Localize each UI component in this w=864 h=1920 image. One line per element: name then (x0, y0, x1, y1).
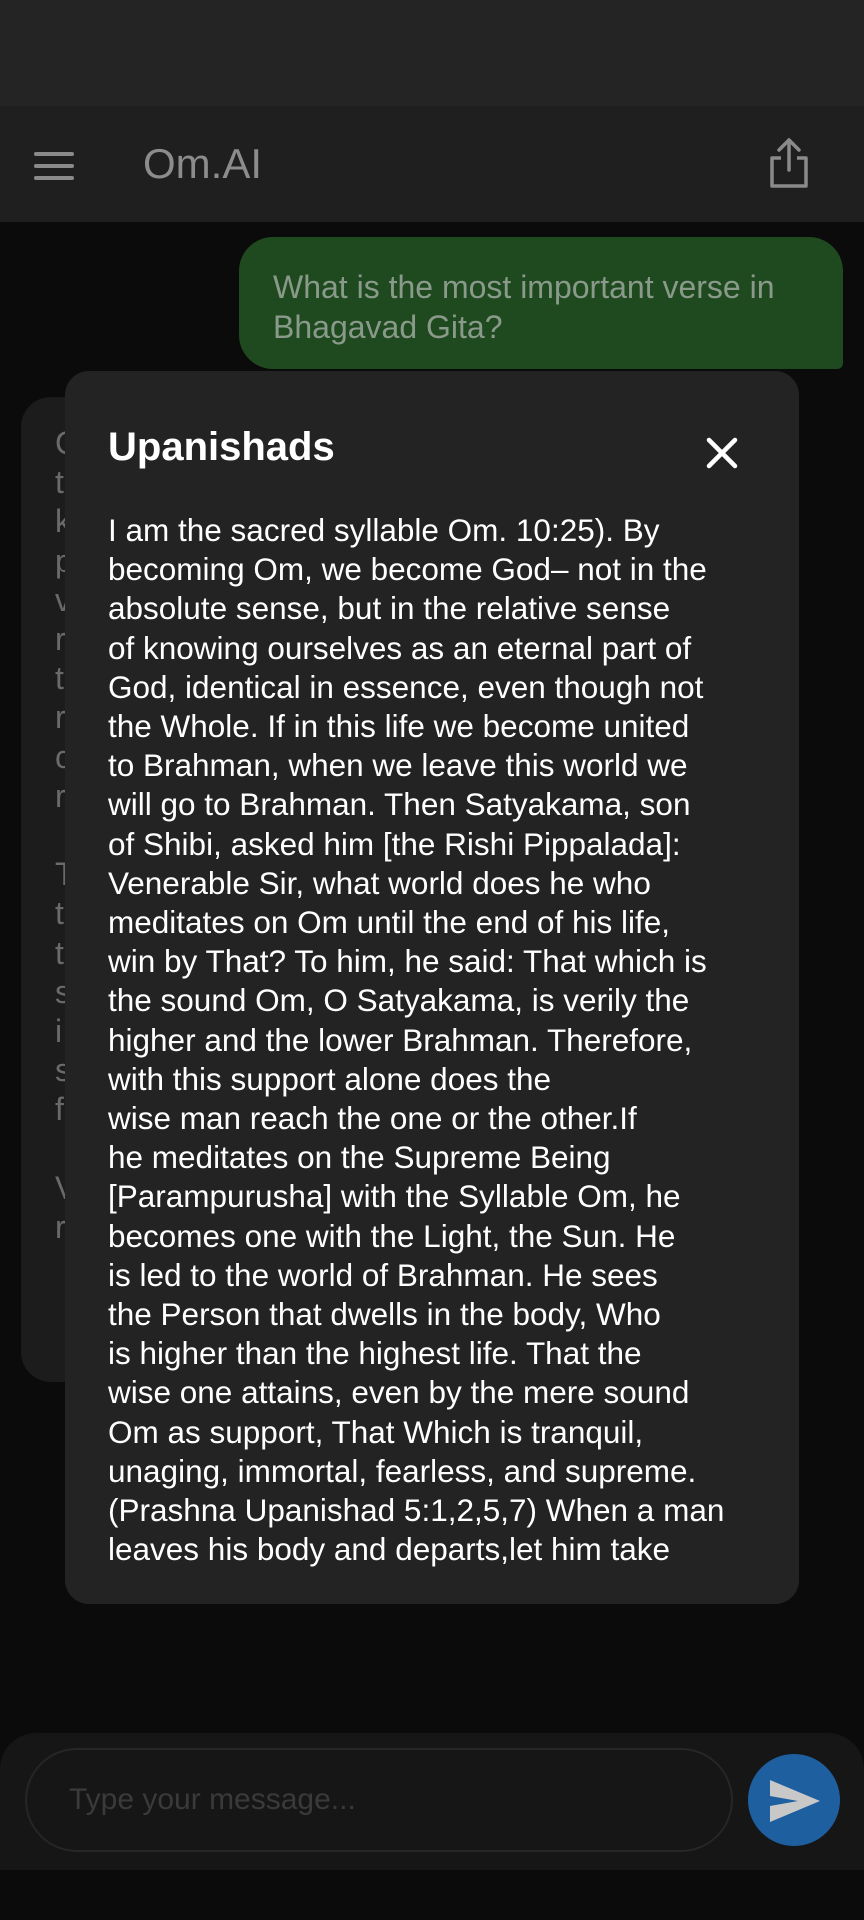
close-icon (706, 437, 738, 469)
message-input[interactable] (25, 1748, 733, 1852)
bot-message-fragment: f (55, 1091, 64, 1128)
app-bar (0, 106, 864, 222)
menu-icon (34, 152, 74, 156)
share-icon (770, 138, 808, 188)
user-message-bubble: What is the most important verse in Bhag… (239, 237, 843, 369)
send-icon (770, 1780, 820, 1822)
user-message-text: What is the most important verse in Bhag… (273, 269, 775, 345)
bot-message-fragment: t (55, 934, 64, 971)
bot-message-fragment: t (55, 895, 64, 932)
info-modal: Upanishads I am the sacred syllable Om. … (65, 371, 799, 1604)
bot-message-fragment: t (55, 464, 64, 501)
bottom-strip (0, 1870, 864, 1920)
close-button[interactable] (700, 431, 744, 475)
modal-body-text: I am the sacred syllable Om. 10:25). By … (108, 512, 725, 1568)
status-bar (0, 0, 864, 106)
menu-button[interactable] (34, 150, 76, 182)
share-button[interactable] (766, 136, 812, 192)
bot-message-fragment: t (55, 660, 64, 697)
bot-message-fragment: i (55, 1013, 63, 1049)
send-button[interactable] (748, 1754, 840, 1846)
app-title: Om.AI (143, 140, 263, 187)
modal-title: Upanishads (108, 425, 335, 469)
